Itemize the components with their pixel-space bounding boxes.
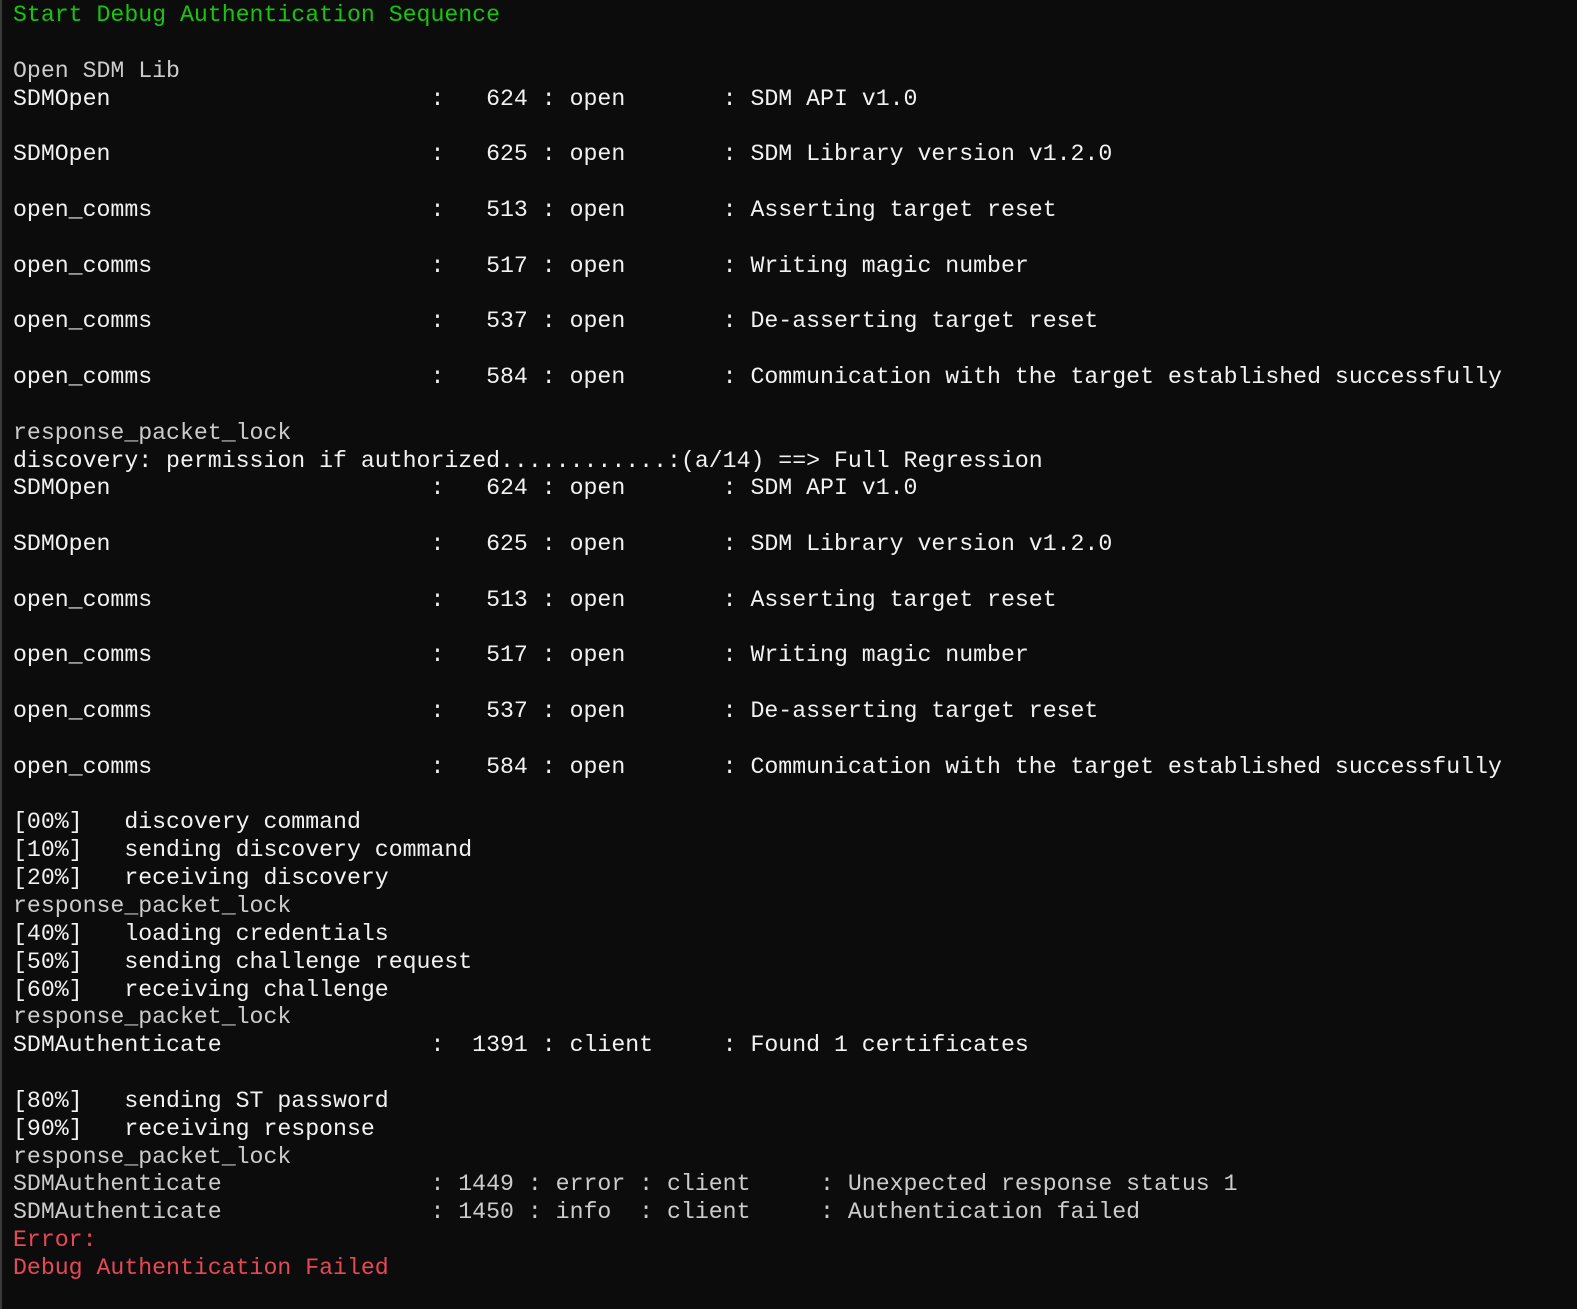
terminal-line: SDMOpen : 624 : open : SDM API v1.0 — [13, 85, 918, 112]
terminal-line: response_packet_lock — [13, 1004, 292, 1031]
terminal-output[interactable]: Start Debug Authentication Sequence Open … — [13, 2, 1502, 1283]
terminal-line: SDMOpen : 625 : open : SDM Library versi… — [13, 141, 1113, 168]
terminal-line: SDMOpen : 625 : open : SDM Library versi… — [13, 531, 1113, 558]
terminal-line: open_comms : 513 : open : Asserting targ… — [13, 196, 1057, 223]
terminal-line: discovery: permission if authorized.....… — [13, 447, 1043, 474]
terminal-line: [80%] sending ST password — [13, 1087, 389, 1114]
terminal-line: Debug Authentication Failed — [13, 1254, 389, 1281]
terminal-line: SDMOpen : 624 : open : SDM API v1.0 — [13, 475, 918, 502]
terminal-line: SDMAuthenticate : 1449 : error : client … — [13, 1171, 1238, 1198]
terminal-line: Error: — [13, 1227, 97, 1254]
terminal-line: [40%] loading credentials — [13, 920, 389, 947]
terminal-line: open_comms : 513 : open : Asserting targ… — [13, 586, 1057, 613]
terminal-line: open_comms : 517 : open : Writing magic … — [13, 642, 1029, 669]
terminal-line: Start Debug Authentication Sequence — [13, 2, 501, 28]
terminal-line: open_comms : 517 : open : Writing magic … — [13, 252, 1029, 279]
terminal-line: [00%] discovery command — [13, 809, 361, 836]
terminal-line: Open SDM Lib — [13, 57, 180, 84]
terminal-line: response_packet_lock — [13, 1143, 292, 1170]
terminal-line: [10%] sending discovery command — [13, 837, 473, 864]
terminal-line: response_packet_lock — [13, 893, 292, 919]
terminal-line: open_comms : 537 : open : De-asserting t… — [13, 698, 1099, 725]
terminal-line: [50%] sending challenge request — [13, 948, 473, 975]
terminal-line: [20%] receiving discovery — [13, 865, 389, 892]
terminal-line: [90%] receiving response — [13, 1115, 375, 1142]
terminal-line: response_packet_lock — [13, 419, 292, 446]
terminal-line: SDMAuthenticate : 1391 : client : Found … — [13, 1032, 1029, 1059]
terminal-line: open_comms : 537 : open : De-asserting t… — [13, 308, 1099, 335]
terminal-line: [60%] receiving challenge — [13, 976, 389, 1003]
terminal-line: open_comms : 584 : open : Communication … — [13, 753, 1502, 780]
terminal-line: SDMAuthenticate : 1450 : info : client :… — [13, 1199, 1141, 1226]
terminal-line: open_comms : 584 : open : Communication … — [13, 363, 1502, 390]
